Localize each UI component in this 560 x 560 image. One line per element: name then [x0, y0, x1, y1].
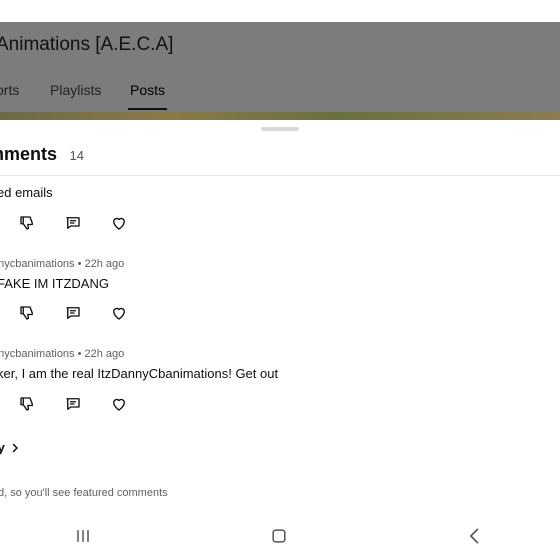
comments-header: mments 14 [0, 144, 84, 165]
comments-count: 14 [69, 148, 84, 163]
comment-text: FAKE IM ITZDANG [0, 276, 109, 291]
tab-playlists[interactable]: Playlists [50, 82, 101, 98]
comment-text: ker, I am the real ItzDannyCbanimations!… [0, 366, 279, 381]
thumb-down-icon [20, 216, 33, 230]
reply-comment-icon [66, 217, 80, 229]
heart-button[interactable] [108, 393, 130, 415]
comment-meta: nnycbanimations • 22h ago [0, 348, 125, 360]
channel-header: Animations [A.E.C.A] orts Playlists Post… [0, 22, 560, 120]
featured-comments-note: d, so you'll see featured comments [0, 487, 168, 499]
status-bar [0, 0, 560, 22]
reply-button[interactable] [62, 302, 84, 324]
comments-sheet: mments 14 ed emails nnycbanimations • 22… [0, 120, 560, 560]
reply-comment-icon [66, 307, 80, 319]
tab-posts[interactable]: Posts [127, 82, 168, 110]
heart-icon [113, 398, 125, 411]
thumb-down-icon [20, 306, 33, 320]
channel-tabs: orts Playlists Posts [0, 80, 560, 112]
drag-handle[interactable] [261, 127, 299, 131]
back-icon [470, 528, 479, 544]
dislike-button[interactable] [16, 212, 38, 234]
home-icon [272, 529, 286, 543]
comments-title: mments [0, 144, 58, 164]
heart-icon [113, 307, 125, 320]
thumb-down-icon [20, 397, 33, 411]
dislike-button[interactable] [16, 393, 38, 415]
comment-meta: nnycbanimations • 22h ago [0, 258, 125, 270]
tab-shorts[interactable]: orts [0, 82, 19, 98]
reply-button[interactable] [62, 393, 84, 415]
system-nav-bar [0, 512, 560, 560]
dislike-button[interactable] [16, 302, 38, 324]
heart-button[interactable] [108, 212, 130, 234]
view-replies-label: ly [0, 440, 5, 455]
home-button[interactable] [267, 524, 291, 548]
recent-apps-icon [77, 530, 89, 542]
view-replies-link[interactable]: ly [0, 440, 21, 455]
recent-apps-button[interactable] [71, 524, 95, 548]
reply-button[interactable] [62, 212, 84, 234]
comment-text: ed emails [0, 185, 53, 200]
channel-title: Animations [A.E.C.A] [0, 34, 174, 55]
back-button[interactable] [463, 524, 487, 548]
reply-comment-icon [66, 398, 80, 410]
chevron-right-icon [12, 443, 18, 452]
header-divider [0, 175, 560, 176]
channel-banner [0, 112, 560, 120]
heart-icon [113, 217, 125, 230]
heart-button[interactable] [108, 302, 130, 324]
